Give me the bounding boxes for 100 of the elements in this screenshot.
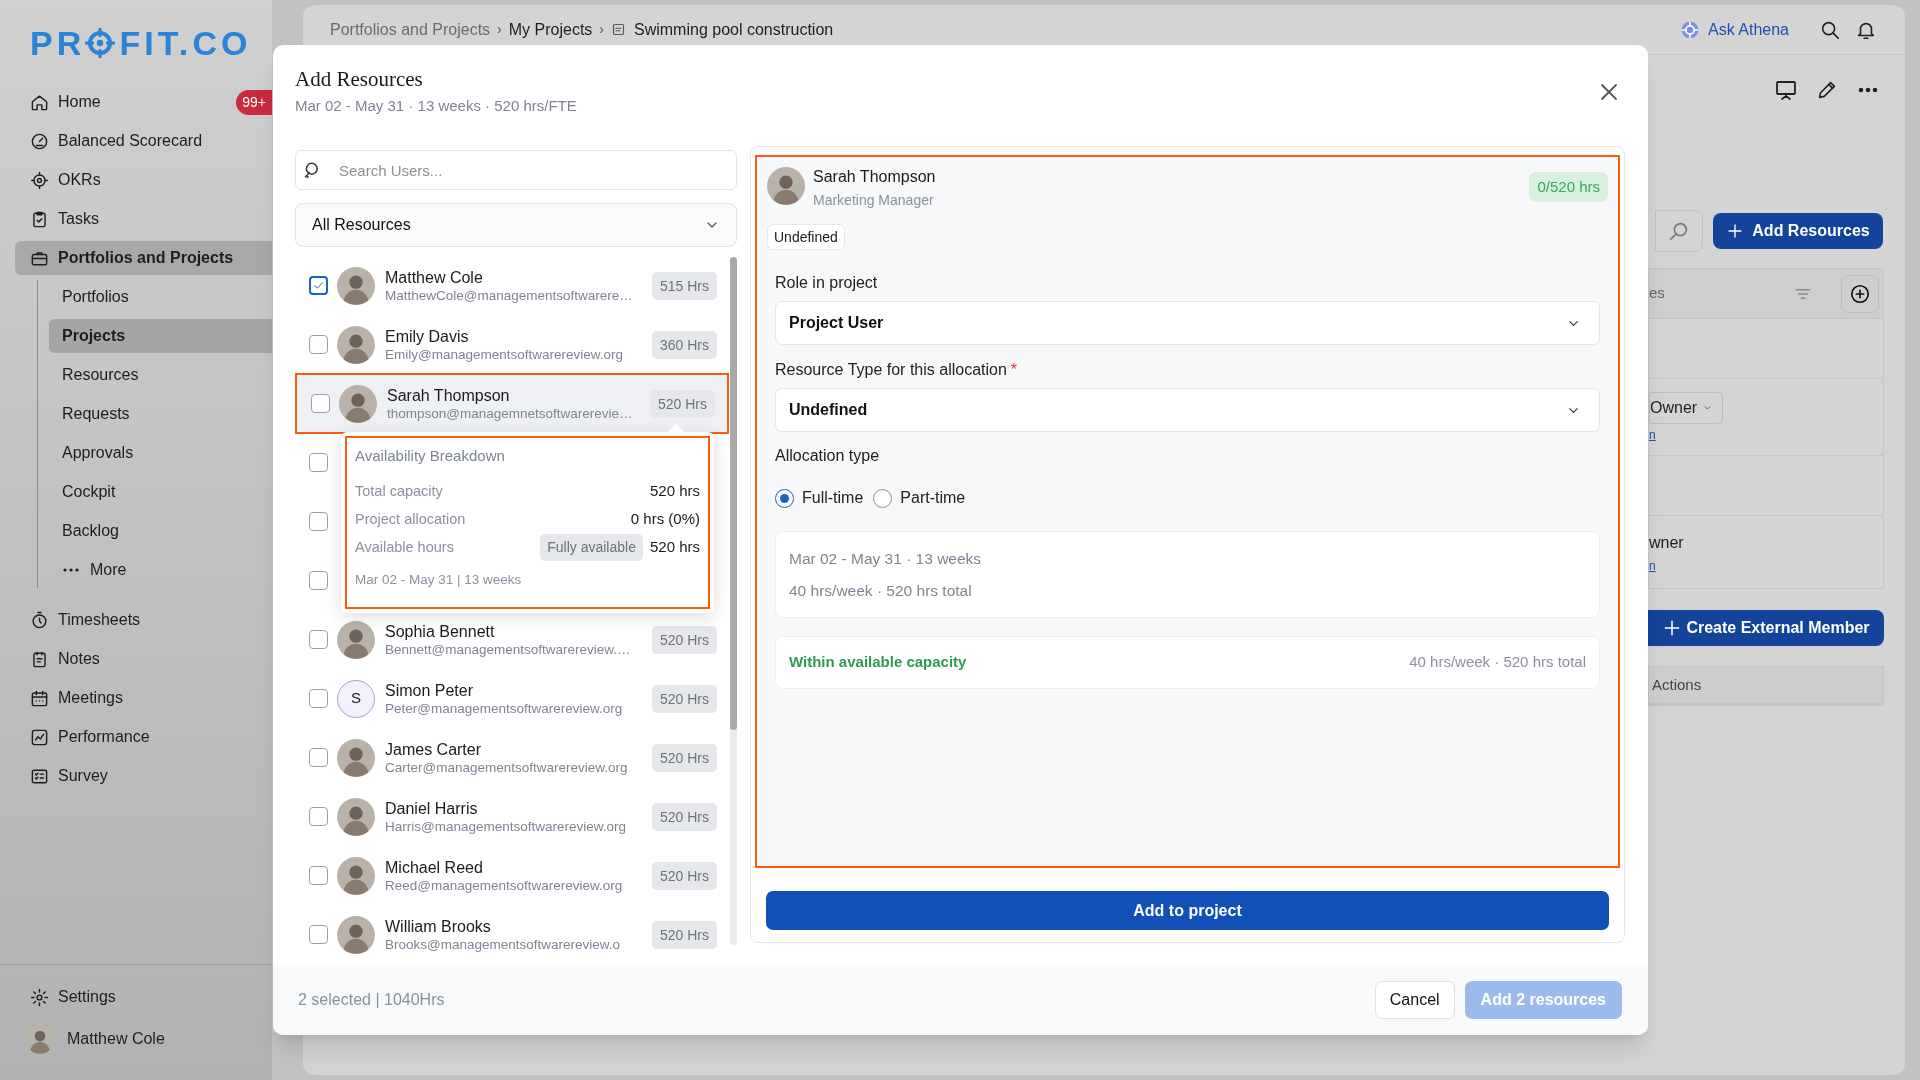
hours-badge: 520 Hrs (651, 625, 717, 654)
user-row[interactable]: Matthew Cole MatthewCole@managementsoftwarere… 515 Hrs (295, 256, 729, 315)
breadcrumb-link[interactable]: Portfolios and Projects (330, 17, 491, 42)
create-member-button[interactable]: Create External Member (1648, 610, 1884, 646)
nav-subitem[interactable]: Projects (49, 319, 272, 353)
user-row[interactable]: James Carter Carter@managementsoftwarereview.org 520 Hrs (295, 728, 729, 787)
hours-badge: 0/520 hrs (1529, 172, 1608, 202)
nav-subitem[interactable]: Cockpit (49, 475, 272, 509)
hours-badge: 520 Hrs (651, 743, 717, 772)
settings-item[interactable]: Settings (30, 980, 272, 1014)
assistant-link[interactable]: Ask Athena (1680, 17, 1789, 42)
edit-icon[interactable] (1816, 79, 1838, 101)
avatar (337, 738, 375, 777)
user-row[interactable]: Sarah Thompson thompson@managemnetsoftwarerevie… 520 Hrs (295, 373, 729, 434)
filter-dropdown[interactable]: All Resources (295, 203, 737, 247)
nav-item[interactable]: Notes (15, 642, 272, 676)
nav-subitem[interactable]: Approvals (49, 436, 272, 470)
nav-subitem[interactable]: Requests (49, 397, 272, 431)
search-button[interactable] (1655, 210, 1703, 252)
radio-button[interactable] (873, 488, 893, 508)
breadcrumb-link[interactable]: Swimming pool construction (634, 17, 834, 42)
radio-button[interactable] (775, 488, 794, 508)
user-name: Matthew Cole (385, 267, 484, 287)
breadcrumb-link[interactable]: My Projects (508, 17, 593, 42)
checkbox[interactable] (309, 335, 328, 354)
user-row[interactable]: Daniel Harris Harris@managementsoftwarereview.org 520 Hrs (295, 787, 729, 846)
breakdown-value: 0 hrs (0%) (630, 509, 700, 530)
nav-item[interactable]: Balanced Scorecard (15, 124, 272, 158)
checkbox[interactable] (309, 807, 328, 826)
add-resources-button[interactable]: Add Resources (1713, 213, 1883, 249)
avatar (337, 915, 375, 954)
hours-badge: 520 Hrs (651, 802, 717, 831)
link[interactable]: n (1649, 428, 1656, 442)
nav-subitem[interactable]: Portfolios (49, 280, 272, 314)
scrollbar-thumb[interactable] (730, 257, 737, 730)
user-row[interactable]: William Brooks Brooks@managementsoftwarereview.o 520 Hrs (295, 905, 729, 964)
field-label: Resource Type for this allocation * (775, 361, 1019, 379)
summary-text: 40 hrs/week · 520 hrs total (789, 580, 973, 601)
checkbox[interactable] (309, 512, 328, 531)
checkbox[interactable] (309, 925, 328, 944)
select-field[interactable]: Undefined (775, 388, 1600, 432)
checkbox[interactable] (309, 866, 328, 885)
user-row[interactable]: Emily Davis Emily@managementsoftwarereview.org 360 Hrs (295, 315, 729, 374)
user-row[interactable]: Sophia Bennett Bennett@managementsoftwarereview.… 520 Hrs (295, 610, 729, 669)
user-name: Sarah Thompson (387, 385, 511, 405)
selection-summary: 2 selected | 1040Hrs (298, 990, 445, 1010)
checkbox[interactable] (309, 453, 328, 472)
avatar (337, 856, 375, 895)
select-field[interactable]: Project User (775, 301, 1600, 345)
nav-item[interactable]: Timesheets (15, 603, 272, 637)
nav-item[interactable]: Home 99+ (15, 85, 272, 119)
user-name: Daniel Harris (385, 798, 479, 818)
user-email: Brooks@managementsoftwarereview.o (385, 935, 622, 953)
status-badge: Fully available (540, 534, 643, 561)
user-name: Sophia Bennett (385, 621, 496, 641)
avatar (767, 167, 805, 205)
add-to-project-button[interactable]: Add to project (766, 891, 1609, 930)
breakdown-value: 520 hrs (649, 481, 700, 502)
search-field[interactable]: Search Users... (295, 150, 737, 190)
nav-item[interactable]: Meetings (15, 681, 272, 715)
checkbox[interactable] (309, 748, 328, 767)
hours-badge: 520 Hrs (651, 920, 717, 949)
user-name: William Brooks (385, 916, 492, 936)
checkbox[interactable] (309, 630, 328, 649)
nav-subitem[interactable]: Backlog (49, 514, 272, 548)
notification-badge: 99+ (236, 90, 272, 115)
user-row[interactable]: S Simon Peter Peter@managementsoftwarereview.org 520 Hrs (295, 669, 729, 728)
avatar (337, 325, 375, 364)
nav-item[interactable]: Portfolios and Projects (15, 241, 272, 275)
hours-badge: 520 Hrs (651, 861, 717, 890)
user-email: thompson@managemnetsoftwarerevie… (387, 404, 634, 422)
user-row[interactable]: Michael Reed Reed@managementsoftwarereview.org 520 Hrs (295, 846, 729, 905)
radio-option[interactable]: Full-time (775, 486, 864, 510)
nav-item[interactable]: Survey (15, 759, 272, 793)
nav-subitem[interactable]: Resources (49, 358, 272, 392)
checkbox[interactable] (309, 571, 328, 590)
dialog-title: Add Resources (295, 66, 424, 92)
nav-item[interactable]: Tasks (15, 202, 272, 236)
column-header: Actions (1652, 674, 1702, 695)
checkbox[interactable] (309, 276, 328, 295)
radio-option[interactable]: Part-time (873, 486, 966, 510)
checkbox[interactable] (309, 689, 328, 708)
checkbox[interactable] (311, 394, 330, 413)
link[interactable]: n (1649, 559, 1656, 573)
add-column-button[interactable] (1841, 274, 1879, 313)
nav-item[interactable]: OKRs (15, 163, 272, 197)
user-role: Marketing Manager (813, 191, 935, 210)
notepad-icon (30, 649, 49, 669)
crosshair-icon (1680, 19, 1701, 40)
breadcrumb-separator: › (497, 20, 502, 39)
dialog-subtitle: Mar 02 - May 31 · 13 weeks · 520 hrs/FTE (295, 96, 577, 116)
document-icon (611, 22, 626, 37)
breadcrumb-separator: › (599, 20, 604, 39)
nav-item[interactable]: Performance (15, 720, 272, 754)
presentation-icon[interactable] (1774, 78, 1798, 102)
role-dropdown[interactable]: Owner (1649, 392, 1723, 424)
user-email: Harris@managementsoftwarereview.org (385, 817, 628, 835)
nav-subitem[interactable]: More (49, 553, 272, 587)
cancel-button[interactable]: Cancel (1374, 981, 1455, 1019)
user-profile[interactable]: Matthew Cole (25, 1022, 272, 1056)
